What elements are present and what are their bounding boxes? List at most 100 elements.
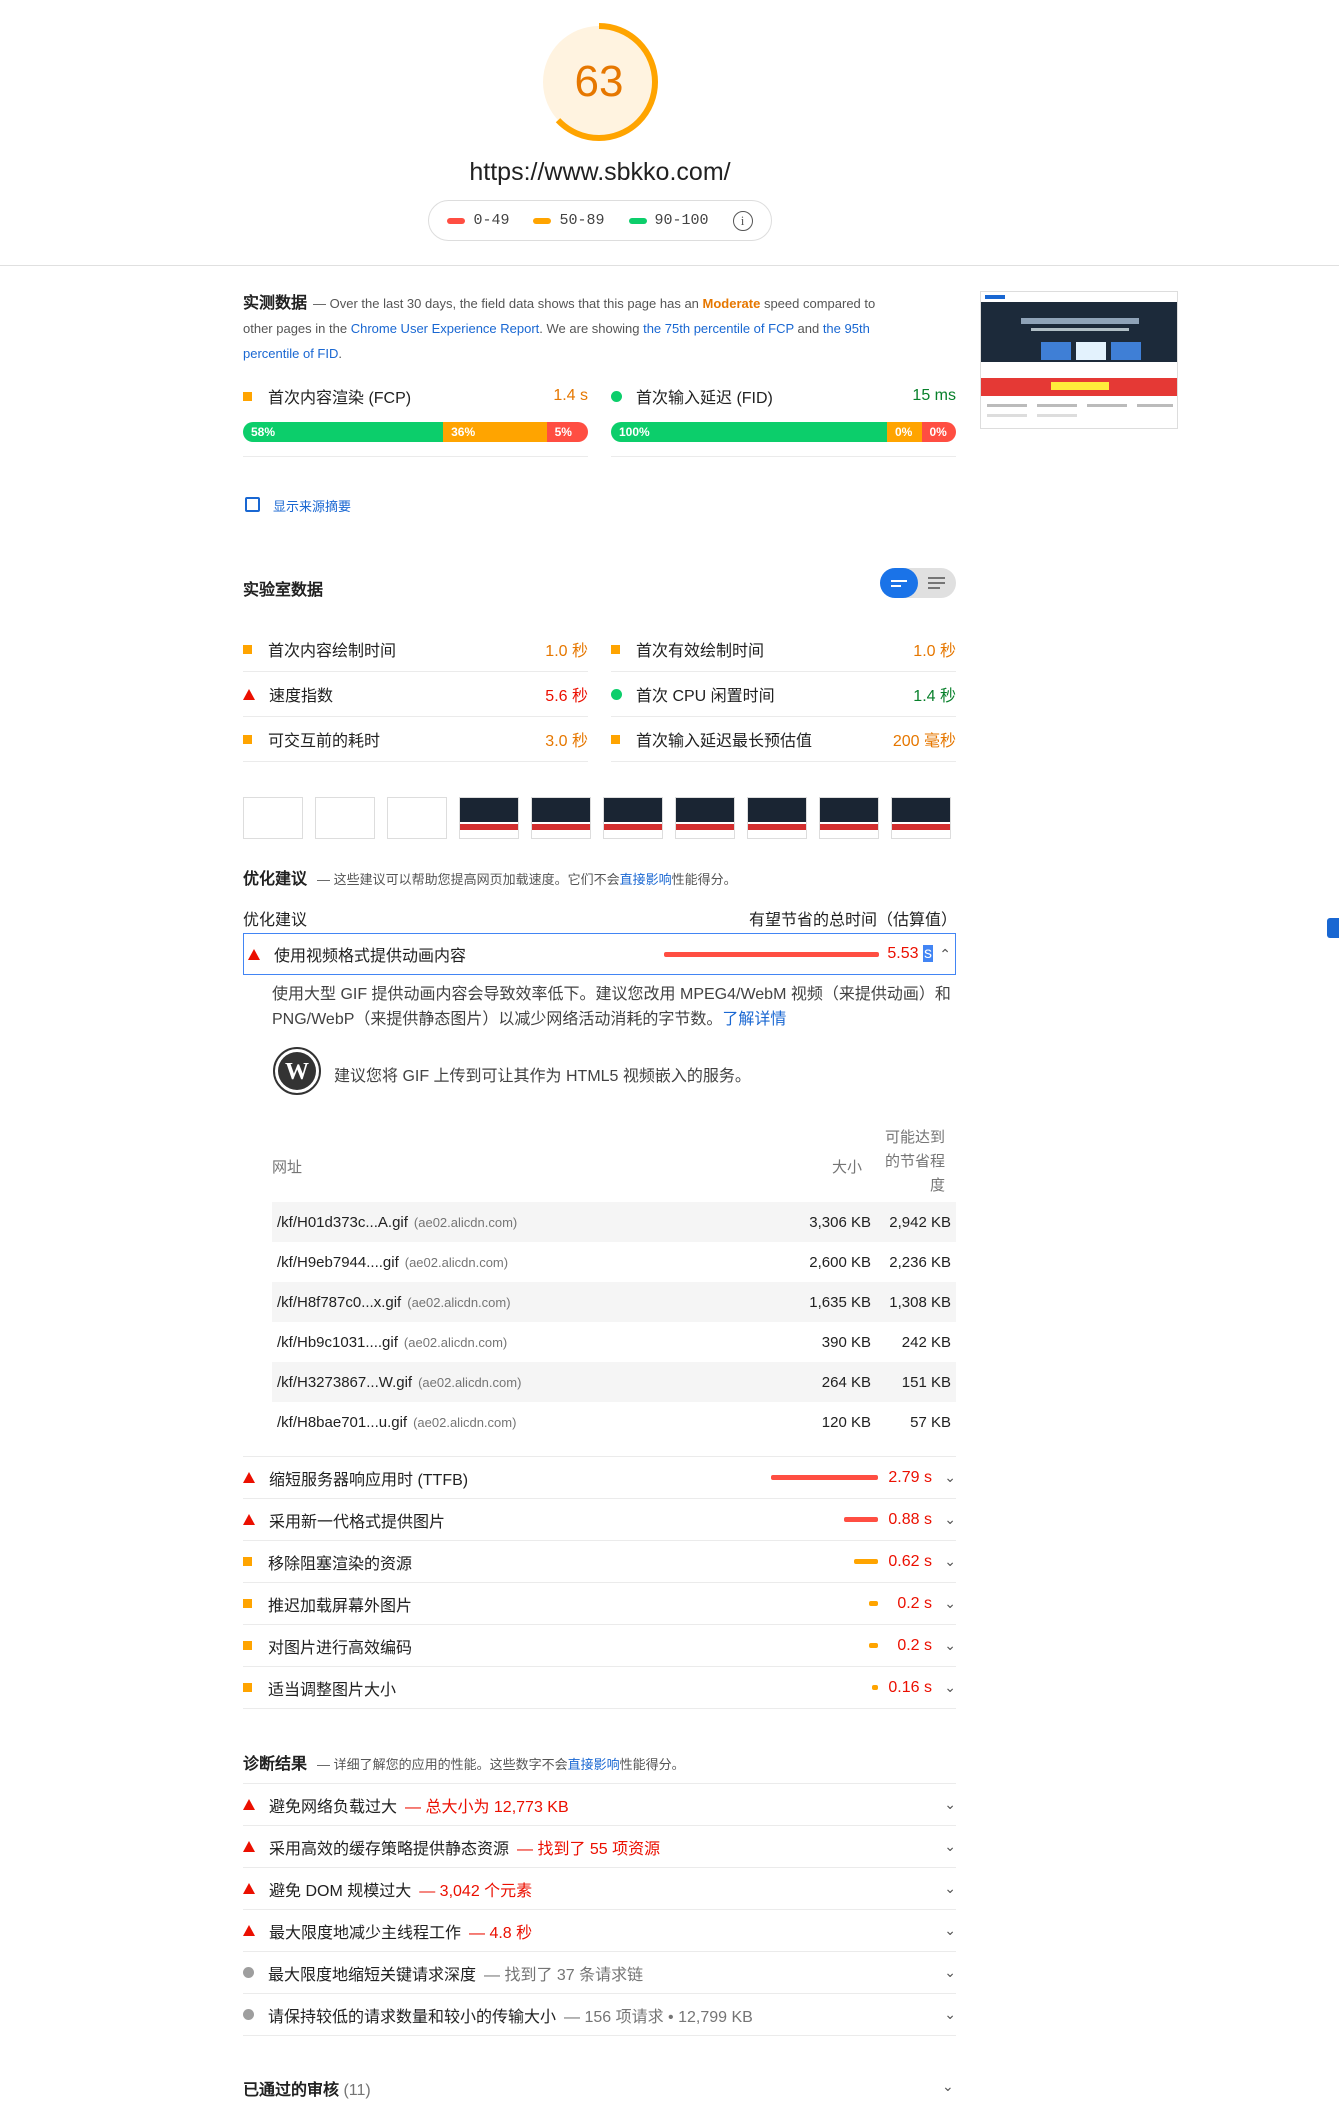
chevron-down-icon[interactable]: ⌄ bbox=[944, 1679, 956, 1696]
info-status-icon bbox=[243, 2009, 254, 2020]
filmstrip-frame bbox=[819, 797, 879, 839]
diag-cache-policy[interactable]: 采用高效的缓存策略提供静态资源 — 找到了 55 项资源 ⌄ bbox=[243, 1826, 956, 1868]
audit-offscreen-images[interactable]: 推迟加载屏幕外图片 0.2 s ⌄ bbox=[243, 1583, 956, 1625]
lab-metrics-left: 首次内容绘制时间 1.0 秒 速度指数 5.6 秒 可交互前的耗时 3.0 秒 bbox=[243, 627, 588, 762]
fail-status-icon bbox=[243, 1841, 255, 1852]
audit-properly-size-images[interactable]: 适当调整图片大小 0.16 s ⌄ bbox=[243, 1667, 956, 1709]
wordpress-suggestion: 建议您将 GIF 上传到可让其作为 HTML5 视频嵌入的服务。 bbox=[334, 1068, 751, 1085]
learn-more-link[interactable]: 了解详情 bbox=[722, 1011, 786, 1028]
average-status-icon bbox=[611, 644, 620, 654]
diag-main-thread[interactable]: 最大限度地减少主线程工作 — 4.8 秒 ⌄ bbox=[243, 1910, 956, 1952]
filmstrip-frame bbox=[459, 797, 519, 839]
diag-network-payload[interactable]: 避免网络负载过大 — 总大小为 12,773 KB ⌄ bbox=[243, 1784, 956, 1826]
lab-metric-max-fid: 首次输入延迟最长预估值 200 毫秒 bbox=[611, 717, 956, 762]
origin-summary-checkbox[interactable] bbox=[245, 497, 260, 512]
average-status-icon bbox=[611, 734, 620, 744]
fcp-percentile-link[interactable]: the 75th percentile of FCP bbox=[643, 321, 794, 336]
diagnostics-header: 诊断结果 — 详细了解您的应用的性能。这些数字不会直接影响性能得分。 bbox=[243, 1756, 685, 1773]
legend-item-average: 50-89 bbox=[533, 212, 605, 229]
chevron-down-icon[interactable]: ⌄ bbox=[944, 1922, 956, 1939]
filmstrip-frame bbox=[603, 797, 663, 839]
chevron-down-icon[interactable]: ⌄ bbox=[944, 1838, 956, 1855]
filmstrip-frame bbox=[747, 797, 807, 839]
table-row: /kf/H9eb7944....gif (ae02.alicdn.com) 2,60… bbox=[277, 1253, 951, 1271]
direct-impact-link[interactable]: 直接影响 bbox=[568, 1757, 620, 1772]
average-status-icon bbox=[243, 644, 252, 654]
chevron-down-icon[interactable]: ⌄ bbox=[944, 1796, 956, 1813]
filmstrip-frame bbox=[531, 797, 591, 839]
audit-expanded-animated-content[interactable]: 使用视频格式提供动画内容 5.53 s ⌃ bbox=[243, 933, 956, 975]
list-compact-icon bbox=[891, 580, 907, 587]
pass-status-icon bbox=[611, 390, 622, 402]
chevron-down-icon[interactable]: ⌄ bbox=[944, 1511, 956, 1528]
table-row: /kf/H3273867...W.gif (ae02.alicdn.com) 264… bbox=[272, 1362, 956, 1402]
average-status-icon bbox=[243, 1599, 252, 1608]
chevron-up-icon[interactable]: ⌃ bbox=[939, 946, 951, 963]
audit-description: 使用大型 GIF 提供动画内容会导致效率低下。建议您改用 MPEG4/WebM … bbox=[272, 986, 951, 1028]
origin-summary-label[interactable]: 显示来源摘要 bbox=[273, 496, 351, 515]
lab-metric-fmp: 首次有效绘制时间 1.0 秒 bbox=[611, 627, 956, 672]
filmstrip-frame bbox=[675, 797, 735, 839]
audit-next-gen-images[interactable]: 采用新一代格式提供图片 0.88 s ⌄ bbox=[243, 1499, 956, 1541]
svg-text:W: W bbox=[285, 1059, 309, 1085]
fail-status-icon bbox=[243, 688, 255, 700]
fail-status-icon bbox=[243, 1472, 255, 1483]
diag-resource-summary[interactable]: 请保持较低的请求数量和较小的传输大小 — 156 项请求 • 12,799 KB ⌄ bbox=[243, 1994, 956, 2036]
table-row: /kf/Hb9c1031....gif (ae02.alicdn.com) 390 … bbox=[277, 1333, 951, 1351]
fcp-distribution-bar: 58% 36% 5% bbox=[243, 422, 588, 442]
filmstrip-frame bbox=[891, 797, 951, 839]
chevron-down-icon[interactable]: ⌄ bbox=[942, 2078, 954, 2095]
table-row: /kf/H8bae701...u.gif (ae02.alicdn.com) 120… bbox=[277, 1413, 951, 1431]
chevron-down-icon[interactable]: ⌄ bbox=[944, 1595, 956, 1612]
chevron-down-icon[interactable]: ⌄ bbox=[944, 1553, 956, 1570]
opportunities-header: 优化建议 — 这些建议可以帮助您提高网页加载速度。它们不会直接影响性能得分。 bbox=[243, 871, 737, 888]
diag-critical-request-chains[interactable]: 最大限度地缩短关键请求深度 — 找到了 37 条请求链 ⌄ bbox=[243, 1952, 956, 1994]
performance-score: 63 bbox=[574, 57, 624, 106]
toggle-compact-button[interactable] bbox=[880, 568, 918, 598]
fcp-value: 1.4 s bbox=[553, 387, 588, 404]
lab-metric-speed-index: 速度指数 5.6 秒 bbox=[243, 672, 588, 717]
legend-fail-icon bbox=[447, 217, 466, 224]
chevron-down-icon[interactable]: ⌄ bbox=[944, 1964, 956, 1981]
audit-efficient-images[interactable]: 对图片进行高效编码 0.2 s ⌄ bbox=[243, 1625, 956, 1667]
info-icon[interactable]: i bbox=[732, 210, 753, 231]
savings-bar bbox=[843, 1517, 878, 1522]
audit-ttfb[interactable]: 缩短服务器响应用时 (TTFB) 2.79 s ⌄ bbox=[243, 1457, 956, 1499]
field-metric-fcp: 首次内容渲染 (FCP) 1.4 s 58% 36% 5% bbox=[243, 384, 588, 457]
diag-dom-size[interactable]: 避免 DOM 规模过大 — 3,042 个元素 ⌄ bbox=[243, 1868, 956, 1910]
chevron-down-icon[interactable]: ⌄ bbox=[944, 1469, 956, 1486]
fail-status-icon bbox=[243, 1925, 255, 1936]
average-status-icon bbox=[243, 1557, 252, 1566]
table-row: /kf/H8f787c0...x.gif (ae02.alicdn.com) 1,6… bbox=[272, 1282, 956, 1322]
savings-bar bbox=[854, 1559, 878, 1564]
fail-status-icon bbox=[248, 948, 260, 960]
diagnostics-list: 避免网络负载过大 — 总大小为 12,773 KB ⌄ 采用高效的缓存策略提供静态资… bbox=[243, 1783, 956, 2036]
direct-impact-link[interactable]: 直接影响 bbox=[620, 872, 672, 887]
legend-item-pass: 90-100 bbox=[628, 212, 709, 229]
pass-status-icon bbox=[611, 688, 622, 700]
filmstrip-frame bbox=[243, 797, 303, 839]
field-data-description: 实测数据 — Over the last 30 days, the field d… bbox=[243, 295, 876, 361]
chevron-down-icon[interactable]: ⌄ bbox=[944, 1880, 956, 1897]
filmstrip bbox=[243, 797, 956, 839]
list-expanded-icon[interactable] bbox=[918, 568, 956, 598]
opportunities-col-right: 有望节省的总时间（估算值） bbox=[749, 912, 958, 929]
details-table-header: 网址 大小 可能达到 的节省程度 bbox=[272, 1129, 946, 1194]
chevron-down-icon[interactable]: ⌄ bbox=[944, 1637, 956, 1654]
chevron-down-icon[interactable]: ⌄ bbox=[944, 2006, 956, 2023]
score-legend: 0-49 50-89 90-100 i bbox=[428, 200, 772, 241]
fail-status-icon bbox=[243, 1883, 255, 1894]
average-status-icon bbox=[243, 391, 252, 401]
crux-link[interactable]: Chrome User Experience Report bbox=[351, 321, 540, 336]
page-screenshot-thumbnail bbox=[980, 291, 1178, 429]
fid-distribution-bar: 100% 0% 0% bbox=[611, 422, 956, 442]
audit-render-blocking[interactable]: 移除阻塞渲染的资源 0.62 s ⌄ bbox=[243, 1541, 956, 1583]
details-table: /kf/H01d373c...A.gif (ae02.alicdn.com) 3,3… bbox=[272, 1202, 956, 1442]
header-divider bbox=[0, 265, 1339, 266]
lab-metrics-right: 首次有效绘制时间 1.0 秒 首次 CPU 闲置时间 1.4 秒 首次输入延迟最… bbox=[611, 627, 956, 762]
lab-metric-fcp: 首次内容绘制时间 1.0 秒 bbox=[243, 627, 588, 672]
savings-bar bbox=[664, 952, 879, 957]
passed-audits-header[interactable]: 已通过的审核 (11) bbox=[243, 2076, 371, 2100]
legend-pass-icon bbox=[628, 217, 647, 224]
side-extension-tab[interactable] bbox=[1327, 918, 1339, 938]
